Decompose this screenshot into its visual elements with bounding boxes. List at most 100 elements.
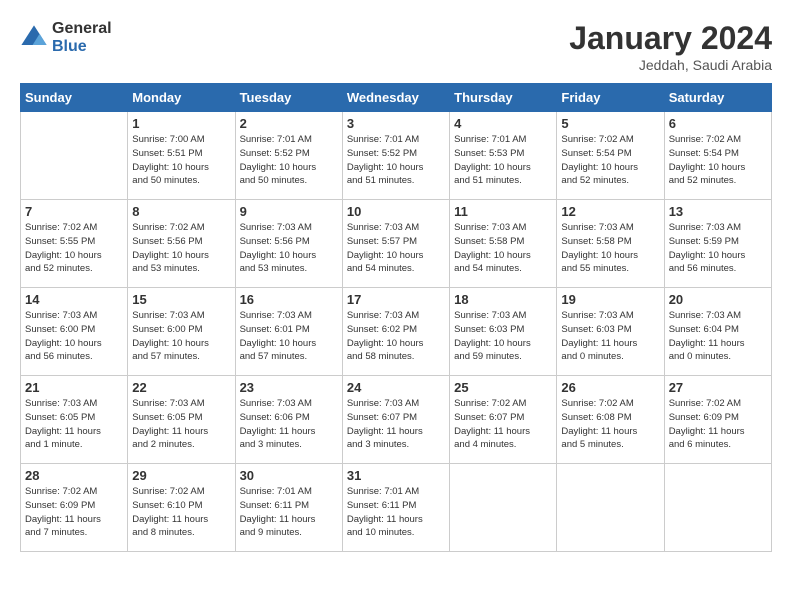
day-info: Sunrise: 7:00 AMSunset: 5:51 PMDaylight:… [132, 133, 230, 188]
calendar-cell: 16 Sunrise: 7:03 AMSunset: 6:01 PMDayligh… [235, 288, 342, 376]
day-info: Sunrise: 7:01 AMSunset: 5:53 PMDaylight:… [454, 133, 552, 188]
day-info: Sunrise: 7:02 AMSunset: 5:56 PMDaylight:… [132, 221, 230, 276]
calendar-cell: 7Sunrise: 7:02 AMSunset: 5:55 PMDaylight… [21, 200, 128, 288]
calendar-cell: 4 Sunrise: 7:01 AMSunset: 5:53 PMDaylight… [450, 112, 557, 200]
day-number: 13 [669, 204, 767, 219]
header-day: Wednesday [342, 84, 449, 112]
location: Jeddah, Saudi Arabia [569, 57, 772, 73]
day-number: 23 [240, 380, 338, 395]
day-info: Sunrise: 7:03 AMSunset: 6:00 PMDaylight:… [132, 309, 230, 364]
day-info: Sunrise: 7:03 AMSunset: 5:56 PMDaylight:… [240, 221, 338, 276]
logo-blue: Blue [52, 38, 112, 56]
day-number: 11 [454, 204, 552, 219]
day-number: 1 [132, 116, 230, 131]
header-day: Tuesday [235, 84, 342, 112]
day-info: Sunrise: 7:03 AMSunset: 5:59 PMDaylight:… [669, 221, 767, 276]
day-info: Sunrise: 7:03 AMSunset: 6:05 PMDaylight:… [25, 397, 123, 452]
calendar-body: 1 Sunrise: 7:00 AMSunset: 5:51 PMDaylight… [21, 112, 772, 552]
header-day: Sunday [21, 84, 128, 112]
day-number: 14 [25, 292, 123, 307]
calendar-cell: 15 Sunrise: 7:03 AMSunset: 6:00 PMDayligh… [128, 288, 235, 376]
calendar-cell: 18 Sunrise: 7:03 AMSunset: 6:03 PMDayligh… [450, 288, 557, 376]
day-number: 6 [669, 116, 767, 131]
calendar-cell: 25 Sunrise: 7:02 AMSunset: 6:07 PMDayligh… [450, 376, 557, 464]
calendar-week-row: 21Sunrise: 7:03 AMSunset: 6:05 PMDayligh… [21, 376, 772, 464]
calendar-cell: 9Sunrise: 7:03 AMSunset: 5:56 PMDaylight… [235, 200, 342, 288]
day-number: 25 [454, 380, 552, 395]
calendar-cell: 30Sunrise: 7:01 AMSunset: 6:11 PMDayligh… [235, 464, 342, 552]
logo-icon [20, 24, 48, 52]
day-info: Sunrise: 7:03 AMSunset: 6:06 PMDaylight:… [240, 397, 338, 452]
header-day: Friday [557, 84, 664, 112]
day-number: 28 [25, 468, 123, 483]
calendar-week-row: 1 Sunrise: 7:00 AMSunset: 5:51 PMDaylight… [21, 112, 772, 200]
calendar-cell: 14 Sunrise: 7:03 AMSunset: 6:00 PMDayligh… [21, 288, 128, 376]
day-number: 15 [132, 292, 230, 307]
calendar-cell [450, 464, 557, 552]
day-info: Sunrise: 7:02 AMSunset: 6:08 PMDaylight:… [561, 397, 659, 452]
calendar-week-row: 14 Sunrise: 7:03 AMSunset: 6:00 PMDayligh… [21, 288, 772, 376]
calendar-cell: 20 Sunrise: 7:03 AMSunset: 6:04 PMDayligh… [664, 288, 771, 376]
calendar-header: SundayMondayTuesdayWednesdayThursdayFrid… [21, 84, 772, 112]
title-area: January 2024 Jeddah, Saudi Arabia [569, 20, 772, 73]
month-title: January 2024 [569, 20, 772, 57]
day-number: 17 [347, 292, 445, 307]
day-number: 24 [347, 380, 445, 395]
day-number: 20 [669, 292, 767, 307]
day-number: 8 [132, 204, 230, 219]
calendar-cell: 21Sunrise: 7:03 AMSunset: 6:05 PMDayligh… [21, 376, 128, 464]
day-info: Sunrise: 7:03 AMSunset: 6:01 PMDaylight:… [240, 309, 338, 364]
header-day: Monday [128, 84, 235, 112]
day-number: 12 [561, 204, 659, 219]
day-info: Sunrise: 7:01 AMSunset: 5:52 PMDaylight:… [240, 133, 338, 188]
calendar-cell: 12 Sunrise: 7:03 AMSunset: 5:58 PMDayligh… [557, 200, 664, 288]
calendar-week-row: 28Sunrise: 7:02 AMSunset: 6:09 PMDayligh… [21, 464, 772, 552]
calendar-cell: 8 Sunrise: 7:02 AMSunset: 5:56 PMDaylight… [128, 200, 235, 288]
day-info: Sunrise: 7:03 AMSunset: 6:00 PMDaylight:… [25, 309, 123, 364]
day-number: 5 [561, 116, 659, 131]
day-number: 4 [454, 116, 552, 131]
calendar-cell: 27Sunrise: 7:02 AMSunset: 6:09 PMDayligh… [664, 376, 771, 464]
calendar-cell: 13 Sunrise: 7:03 AMSunset: 5:59 PMDayligh… [664, 200, 771, 288]
calendar-cell: 1 Sunrise: 7:00 AMSunset: 5:51 PMDaylight… [128, 112, 235, 200]
calendar-cell: 29 Sunrise: 7:02 AMSunset: 6:10 PMDayligh… [128, 464, 235, 552]
calendar-table: SundayMondayTuesdayWednesdayThursdayFrid… [20, 83, 772, 552]
day-info: Sunrise: 7:01 AMSunset: 5:52 PMDaylight:… [347, 133, 445, 188]
day-info: Sunrise: 7:02 AMSunset: 5:54 PMDaylight:… [561, 133, 659, 188]
calendar-cell: 23 Sunrise: 7:03 AMSunset: 6:06 PMDayligh… [235, 376, 342, 464]
day-number: 27 [669, 380, 767, 395]
day-info: Sunrise: 7:03 AMSunset: 6:03 PMDaylight:… [561, 309, 659, 364]
day-number: 18 [454, 292, 552, 307]
calendar-cell: 3 Sunrise: 7:01 AMSunset: 5:52 PMDaylight… [342, 112, 449, 200]
day-info: Sunrise: 7:03 AMSunset: 6:04 PMDaylight:… [669, 309, 767, 364]
calendar-cell: 17Sunrise: 7:03 AMSunset: 6:02 PMDayligh… [342, 288, 449, 376]
day-number: 30 [240, 468, 338, 483]
calendar-cell [664, 464, 771, 552]
day-info: Sunrise: 7:02 AMSunset: 6:07 PMDaylight:… [454, 397, 552, 452]
day-info: Sunrise: 7:01 AMSunset: 6:11 PMDaylight:… [347, 485, 445, 540]
day-number: 2 [240, 116, 338, 131]
calendar-cell: 28Sunrise: 7:02 AMSunset: 6:09 PMDayligh… [21, 464, 128, 552]
calendar-cell [21, 112, 128, 200]
day-info: Sunrise: 7:02 AMSunset: 6:10 PMDaylight:… [132, 485, 230, 540]
logo-text: General Blue [52, 20, 112, 55]
calendar-cell: 26 Sunrise: 7:02 AMSunset: 6:08 PMDayligh… [557, 376, 664, 464]
day-info: Sunrise: 7:03 AMSunset: 5:57 PMDaylight:… [347, 221, 445, 276]
day-number: 16 [240, 292, 338, 307]
calendar-week-row: 7Sunrise: 7:02 AMSunset: 5:55 PMDaylight… [21, 200, 772, 288]
logo-general: General [52, 20, 112, 38]
day-number: 19 [561, 292, 659, 307]
calendar-cell: 6 Sunrise: 7:02 AMSunset: 5:54 PMDaylight… [664, 112, 771, 200]
calendar-cell: 10 Sunrise: 7:03 AMSunset: 5:57 PMDayligh… [342, 200, 449, 288]
day-number: 26 [561, 380, 659, 395]
day-info: Sunrise: 7:03 AMSunset: 6:03 PMDaylight:… [454, 309, 552, 364]
calendar-cell: 2 Sunrise: 7:01 AMSunset: 5:52 PMDaylight… [235, 112, 342, 200]
day-info: Sunrise: 7:03 AMSunset: 6:05 PMDaylight:… [132, 397, 230, 452]
calendar-cell: 31Sunrise: 7:01 AMSunset: 6:11 PMDayligh… [342, 464, 449, 552]
day-info: Sunrise: 7:03 AMSunset: 5:58 PMDaylight:… [561, 221, 659, 276]
day-number: 3 [347, 116, 445, 131]
day-number: 29 [132, 468, 230, 483]
day-number: 10 [347, 204, 445, 219]
day-info: Sunrise: 7:02 AMSunset: 5:54 PMDaylight:… [669, 133, 767, 188]
calendar-cell [557, 464, 664, 552]
